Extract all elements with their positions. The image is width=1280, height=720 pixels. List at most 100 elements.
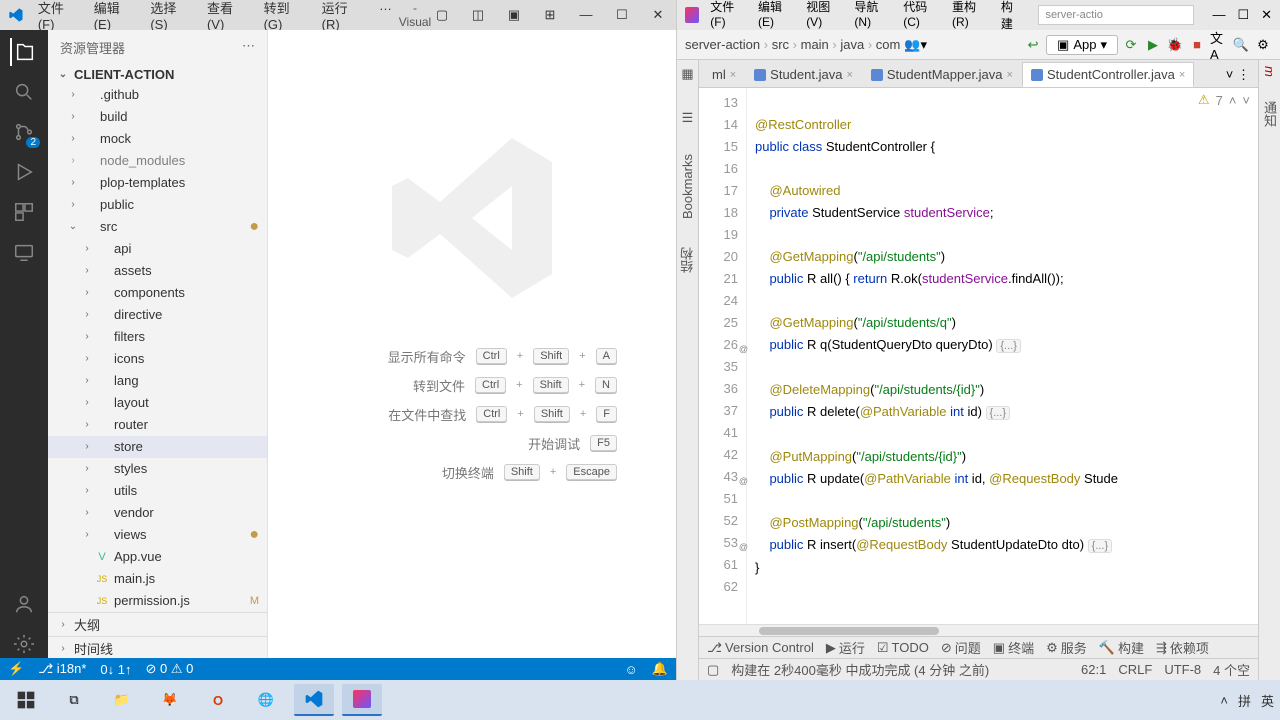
menu-item[interactable]: … (373, 0, 398, 34)
idea-code-text[interactable]: @RestControllerpublic class StudentContr… (747, 88, 1258, 624)
vscode-titlebar[interactable]: 文件(F)编辑(E)选择(S)查看(V)转到(G)运行(R)… client-a… (0, 0, 676, 30)
ime-indicator[interactable]: 拼 (1238, 691, 1251, 710)
tree-item[interactable]: ›node_modules (48, 150, 267, 172)
back-icon[interactable]: ↩ (1024, 36, 1042, 54)
source-control-icon[interactable]: 2 (10, 118, 38, 146)
tool-window-icon[interactable]: ▢ (707, 662, 719, 678)
tool-window-tab[interactable]: ⇶依赖项 (1156, 638, 1209, 657)
editor-tab[interactable]: StudentController.java× (1022, 62, 1194, 87)
office-icon[interactable]: O (198, 684, 238, 716)
maximize-button[interactable]: ☐ (612, 7, 632, 23)
git-sync[interactable]: 0↓ 1↑ (100, 662, 131, 677)
close-tab-icon[interactable]: × (730, 69, 736, 81)
maven-tool[interactable]: m (1262, 66, 1277, 77)
tool-window-tab[interactable]: ▶运行 (826, 638, 865, 657)
tree-item[interactable]: ›icons (48, 348, 267, 370)
menu-item[interactable]: 代码(C) (898, 0, 943, 34)
menu-item[interactable]: 转到(G) (258, 0, 314, 34)
tool-window-tab[interactable]: ⚙服务 (1046, 638, 1087, 657)
gutter-icon[interactable]: @ (739, 338, 748, 360)
tool-window-tab[interactable]: ⎇Version Control (707, 640, 814, 656)
tree-item[interactable]: ›build (48, 106, 267, 128)
structure-tool-icon[interactable]: ☰ (682, 110, 694, 126)
gutter-icon[interactable]: @ (739, 536, 748, 558)
debug-icon[interactable] (10, 158, 38, 186)
tray-chevron-icon[interactable]: ˄ (1220, 693, 1228, 708)
cursor-position[interactable]: 62:1 (1081, 662, 1106, 677)
breadcrumb[interactable]: java (840, 37, 864, 52)
tree-item[interactable]: ›styles (48, 458, 267, 480)
tree-item[interactable]: ›lang (48, 370, 267, 392)
indent-config[interactable]: 4 个空 (1213, 660, 1250, 679)
minimize-button[interactable]: — (1212, 7, 1225, 23)
close-button[interactable]: ✕ (648, 7, 668, 23)
bookmarks-tool[interactable]: Bookmarks (680, 154, 695, 219)
tree-item[interactable]: ›vendor (48, 502, 267, 524)
timeline-section[interactable]: ›时间线 (48, 636, 267, 658)
remote-indicator[interactable]: ⚡ (8, 661, 24, 677)
users-icon[interactable]: 👥▾ (904, 37, 927, 53)
tool-window-tab[interactable]: ⊘问题 (941, 638, 981, 657)
project-root[interactable]: ⌄CLIENT-ACTION (48, 65, 267, 84)
chevron-down-icon[interactable]: ˅ (1226, 67, 1234, 82)
file-encoding[interactable]: UTF-8 (1164, 662, 1201, 677)
menu-item[interactable]: 导航(N) (849, 0, 894, 34)
git-branch[interactable]: ⎇ i18n* (38, 661, 86, 677)
breadcrumb[interactable]: server-action (685, 37, 760, 52)
tree-item[interactable]: ›components (48, 282, 267, 304)
menu-item[interactable]: 文件(F) (705, 0, 749, 34)
scrollbar-thumb[interactable] (759, 627, 939, 635)
more-icon[interactable]: ⋮ (1237, 67, 1250, 82)
explorer-icon[interactable] (10, 38, 38, 66)
idea-code-editor[interactable]: ⚠7 ˄ ˅ 131415161718192021242526@35363741… (699, 88, 1258, 624)
minimize-button[interactable]: — (576, 7, 596, 23)
account-icon[interactable] (10, 590, 38, 618)
search-icon[interactable]: 🔍 (1232, 36, 1250, 54)
settings-gear-icon[interactable] (10, 630, 38, 658)
tree-item[interactable]: VApp.vue (48, 546, 267, 568)
menu-item[interactable]: 文件(F) (32, 0, 86, 34)
ime-lang[interactable]: 英 (1261, 691, 1274, 710)
run-config-select[interactable]: ▣ App ▾ (1046, 35, 1118, 55)
close-tab-icon[interactable]: × (1007, 69, 1013, 81)
breadcrumb[interactable]: src (772, 37, 789, 52)
remote-icon[interactable] (10, 238, 38, 266)
settings-icon[interactable]: ⚙ (1254, 36, 1272, 54)
editor-tab[interactable]: StudentMapper.java× (862, 62, 1022, 87)
menu-item[interactable]: 选择(S) (144, 0, 199, 34)
menu-item[interactable]: 构建 (996, 0, 1027, 34)
menu-item[interactable]: 视图(V) (801, 0, 845, 34)
close-tab-icon[interactable]: × (846, 69, 852, 81)
tool-window-tab[interactable]: ☑TODO (877, 640, 929, 656)
run-icon[interactable]: ▶ (1144, 36, 1162, 54)
file-explorer-icon[interactable]: 📁 (102, 684, 142, 716)
next-highlight-icon[interactable]: ˅ (1242, 93, 1250, 108)
debug-icon[interactable]: 🐞 (1166, 36, 1184, 54)
bell-icon[interactable]: 🔔 (652, 661, 668, 677)
close-tab-icon[interactable]: × (1179, 69, 1185, 81)
project-tool-icon[interactable]: ▦ (681, 66, 693, 82)
task-view-icon[interactable]: ⧉ (54, 684, 94, 716)
problems-status[interactable]: ⊘ 0 ⚠ 0 (146, 661, 194, 677)
menu-item[interactable]: 查看(V) (201, 0, 256, 34)
tree-item[interactable]: ›utils (48, 480, 267, 502)
editor-tab[interactable]: ml× (703, 62, 745, 87)
vscode-taskbar-icon[interactable] (294, 684, 334, 716)
tree-item[interactable]: ›directive (48, 304, 267, 326)
maximize-button[interactable]: ☐ (1237, 7, 1249, 23)
search-icon[interactable] (10, 78, 38, 106)
layout-icon[interactable]: ⊞ (540, 7, 560, 23)
tree-item[interactable]: ›mock (48, 128, 267, 150)
structure-tool[interactable]: 结构 (678, 247, 697, 273)
tree-item[interactable]: ›.github (48, 84, 267, 106)
tree-item[interactable]: ›router (48, 414, 267, 436)
menu-item[interactable]: 编辑(E) (753, 0, 797, 34)
close-button[interactable]: ✕ (1261, 7, 1272, 23)
menu-item[interactable]: 运行(R) (316, 0, 371, 34)
firefox-icon[interactable]: 🦊 (150, 684, 190, 716)
inspections-widget[interactable]: ⚠7 ˄ ˅ (1198, 92, 1250, 108)
idea-titlebar[interactable]: 文件(F)编辑(E)视图(V)导航(N)代码(C)重构(R)构建 — ☐ ✕ (677, 0, 1280, 30)
prev-highlight-icon[interactable]: ˄ (1229, 93, 1237, 108)
tree-item[interactable]: ›api (48, 238, 267, 260)
tree-item[interactable]: ›filters (48, 326, 267, 348)
